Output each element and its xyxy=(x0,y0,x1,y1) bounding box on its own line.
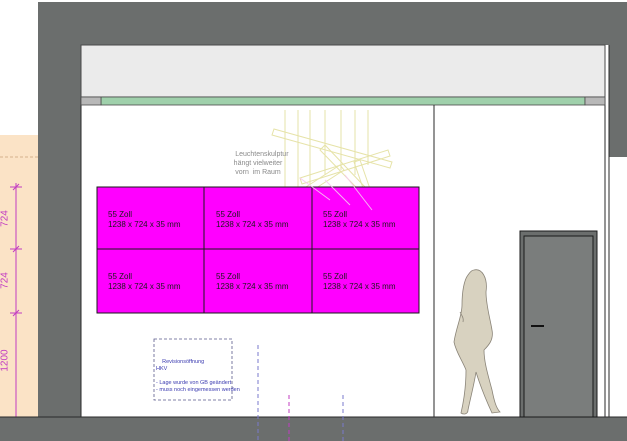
dimension-label: 1200 xyxy=(0,349,11,372)
screen-label: 55 Zoll 1238 x 724 x 35 mm xyxy=(323,210,396,229)
dimension-label: 724 xyxy=(0,210,11,227)
person-silhouette xyxy=(453,269,501,415)
elevation-drawing: 55 Zoll 1238 x 724 x 35 mm 55 Zoll 1238 x … xyxy=(0,0,627,441)
revision-note: Revisionsöffnung HKV - Lage wurde von GB g… xyxy=(156,359,240,393)
left-wall xyxy=(38,45,81,417)
ceiling-light-strip xyxy=(100,96,586,106)
floor xyxy=(0,417,627,441)
screen-label: 55 Zoll 1238 x 724 x 35 mm xyxy=(216,210,289,229)
door xyxy=(519,230,598,418)
elevation-canvas xyxy=(0,2,627,441)
dimension-label: 724 xyxy=(0,272,11,289)
top-wall xyxy=(38,2,627,45)
sculpture-note: Leuchtenskulptur hängt vielweiter vorn im … xyxy=(233,151,289,176)
screen-label: 55 Zoll 1238 x 724 x 35 mm xyxy=(108,210,181,229)
screen-label: 55 Zoll 1238 x 724 x 35 mm xyxy=(323,272,396,291)
screen-wall xyxy=(96,186,420,314)
screen-label: 55 Zoll 1238 x 724 x 35 mm xyxy=(216,272,289,291)
right-wall xyxy=(609,45,627,157)
ceiling-soffit xyxy=(80,44,606,98)
screen-label: 55 Zoll 1238 x 724 x 35 mm xyxy=(108,272,181,291)
